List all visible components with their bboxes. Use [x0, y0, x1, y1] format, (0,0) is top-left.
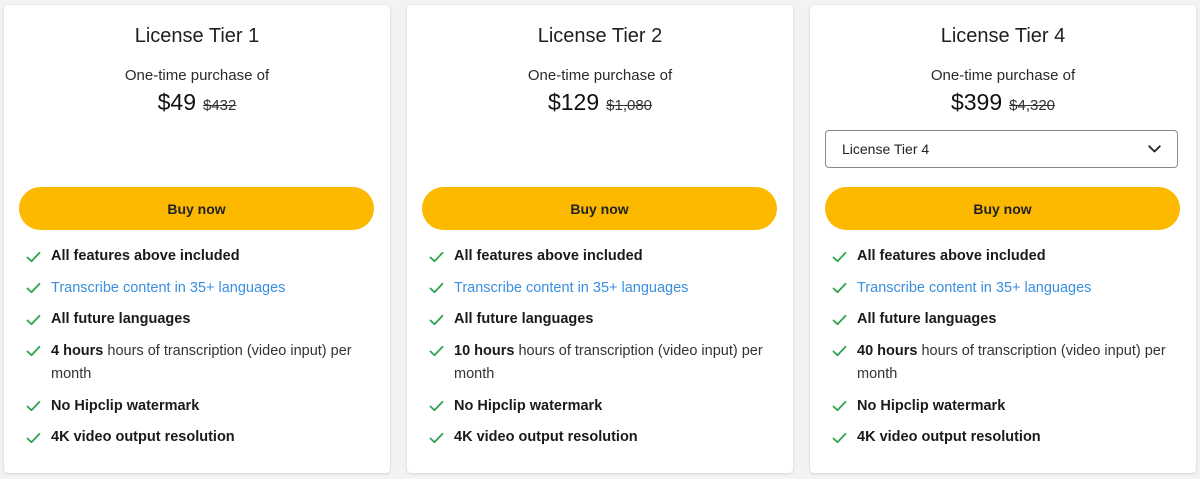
check-icon	[26, 308, 51, 331]
check-icon	[429, 277, 454, 300]
original-price: $1,080	[606, 97, 653, 114]
feature-item: Transcribe content in 35+ languages	[832, 277, 1182, 301]
feature-text: 10 hours hours of transcription (video i…	[454, 340, 779, 387]
check-icon	[832, 277, 857, 300]
card-title: License Tier 1	[134, 25, 260, 47]
purchase-subtitle: One-time purchase of	[930, 67, 1076, 84]
pricing-card-tier-4: License Tier 4 One-time purchase of $399…	[810, 5, 1196, 473]
buy-now-button[interactable]: Buy now	[825, 187, 1180, 230]
feature-item: 4 hours hours of transcription (video in…	[26, 340, 376, 387]
feature-list: All features above included Transcribe c…	[26, 245, 376, 458]
feature-item: 4K video output resolution	[26, 426, 376, 450]
languages-link[interactable]: Transcribe content in 35+ languages	[857, 277, 1182, 301]
feature-item: 40 hours hours of transcription (video i…	[832, 340, 1182, 387]
card-title: License Tier 2	[537, 25, 663, 47]
feature-item: No Hipclip watermark	[429, 395, 779, 419]
check-icon	[832, 340, 857, 363]
feature-list: All features above included Transcribe c…	[429, 245, 779, 458]
feature-text: All features above included	[857, 248, 1046, 264]
check-icon	[26, 395, 51, 418]
check-icon	[26, 277, 51, 300]
tier-select[interactable]: License Tier 4	[825, 130, 1178, 168]
pricing-card-tier-1: License Tier 1 One-time purchase of $49 $…	[4, 5, 390, 473]
hours-amount: 40 hours	[857, 342, 918, 359]
price-row: $129 $1,080	[407, 89, 793, 116]
check-icon	[26, 426, 51, 449]
check-icon	[429, 395, 454, 418]
current-price: $129	[547, 89, 600, 115]
feature-text: 4K video output resolution	[454, 429, 638, 445]
feature-item: 4K video output resolution	[429, 426, 779, 450]
pricing-card-tier-2: License Tier 2 One-time purchase of $129…	[407, 5, 793, 473]
feature-text: 4K video output resolution	[51, 429, 235, 445]
price-row: $399 $4,320	[810, 89, 1196, 116]
check-icon	[832, 395, 857, 418]
feature-text: No Hipclip watermark	[857, 397, 1006, 414]
check-icon	[429, 340, 454, 363]
feature-item: 10 hours hours of transcription (video i…	[429, 340, 779, 387]
chevron-down-icon	[1147, 142, 1161, 156]
feature-item: All future languages	[832, 308, 1182, 332]
purchase-subtitle: One-time purchase of	[124, 67, 270, 84]
buy-now-button[interactable]: Buy now	[19, 187, 374, 230]
check-icon	[832, 308, 857, 331]
feature-text: All future languages	[454, 311, 594, 327]
feature-item: No Hipclip watermark	[26, 395, 376, 419]
current-price: $399	[950, 89, 1003, 115]
check-icon	[429, 245, 454, 268]
card-title: License Tier 4	[940, 25, 1066, 47]
feature-text: All future languages	[857, 311, 997, 327]
check-icon	[832, 245, 857, 268]
feature-item: Transcribe content in 35+ languages	[429, 277, 779, 301]
tier-select-value: License Tier 4	[842, 141, 930, 157]
feature-list: All features above included Transcribe c…	[832, 245, 1182, 458]
feature-item: All features above included	[429, 245, 779, 269]
feature-text: All features above included	[51, 248, 240, 264]
feature-item: All features above included	[26, 245, 376, 269]
check-icon	[429, 426, 454, 449]
purchase-subtitle: One-time purchase of	[527, 67, 673, 84]
feature-item: All future languages	[429, 308, 779, 332]
feature-item: All features above included	[832, 245, 1182, 269]
original-price: $4,320	[1009, 97, 1056, 114]
check-icon	[832, 426, 857, 449]
feature-item: All future languages	[26, 308, 376, 332]
feature-text: All features above included	[454, 248, 643, 264]
feature-text: No Hipclip watermark	[454, 397, 603, 414]
feature-text: No Hipclip watermark	[51, 397, 200, 414]
original-price: $432	[203, 97, 237, 114]
languages-link[interactable]: Transcribe content in 35+ languages	[51, 277, 376, 301]
feature-text: 40 hours hours of transcription (video i…	[857, 340, 1182, 387]
buy-now-button[interactable]: Buy now	[422, 187, 777, 230]
feature-text: All future languages	[51, 311, 191, 327]
hours-amount: 10 hours	[454, 342, 515, 359]
feature-text: 4 hours hours of transcription (video in…	[51, 340, 376, 387]
feature-item: No Hipclip watermark	[832, 395, 1182, 419]
price-row: $49 $432	[4, 89, 390, 116]
hours-amount: 4 hours	[51, 342, 104, 359]
check-icon	[26, 340, 51, 363]
languages-link[interactable]: Transcribe content in 35+ languages	[454, 277, 779, 301]
feature-item: Transcribe content in 35+ languages	[26, 277, 376, 301]
feature-item: 4K video output resolution	[832, 426, 1182, 450]
current-price: $49	[157, 89, 196, 115]
check-icon	[429, 308, 454, 331]
feature-text: 4K video output resolution	[857, 429, 1041, 445]
check-icon	[26, 245, 51, 268]
